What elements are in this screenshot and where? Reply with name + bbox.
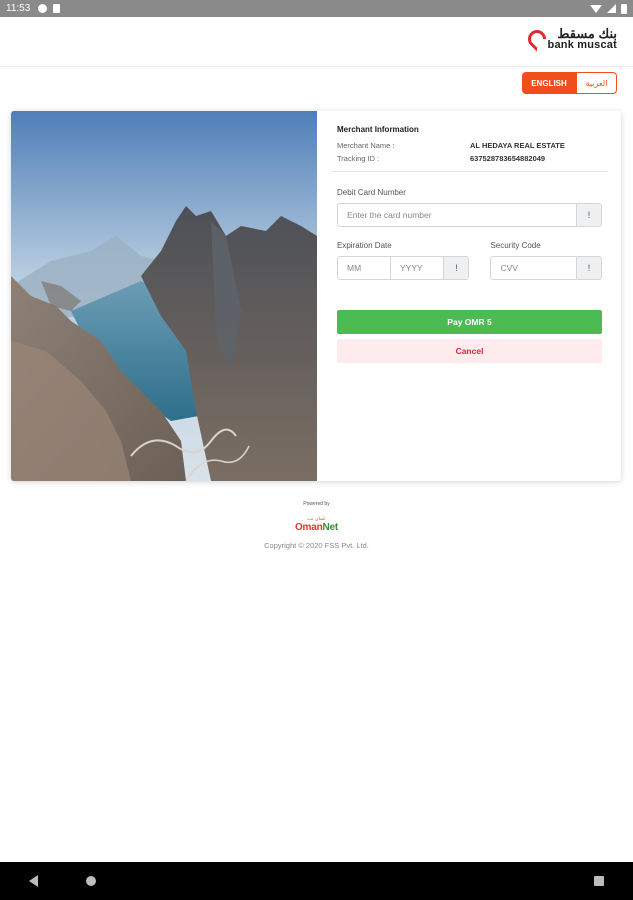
cvv-info-icon[interactable]: ! — [576, 257, 601, 279]
omannet-english: OmanNet — [295, 522, 338, 533]
recent-apps-icon[interactable] — [594, 876, 604, 886]
battery-icon — [621, 3, 627, 14]
footer: Powered by عمان نت OmanNet Copyright © 2… — [0, 501, 633, 550]
powered-by-label: Powered by — [303, 501, 330, 507]
tracking-id-label: Tracking ID : — [337, 154, 380, 163]
sync-icon — [38, 4, 48, 13]
sd-card-icon — [53, 4, 61, 13]
bank-logo: بنك مسقط bank muscat — [526, 27, 617, 51]
navigation-bar — [0, 862, 633, 900]
back-icon[interactable] — [29, 875, 38, 887]
cvv-group: CVV ! — [490, 256, 602, 280]
tracking-id-value: 637528783654882049 — [470, 154, 546, 163]
omannet-prefix: Oman — [294, 522, 323, 533]
language-switcher: ENGLISH العربية — [522, 72, 617, 94]
omannet-logo: عمان نت OmanNet — [295, 516, 338, 533]
tracking-id-row: Tracking ID : 637528783654882049 — [337, 154, 602, 163]
status-time: 11:53 — [6, 3, 31, 14]
payment-card: Merchant Information Merchant Name : AL … — [11, 111, 621, 481]
copyright-text: Copyright © 2020 FSS Pvt. Ltd. — [264, 541, 369, 550]
expiry-year-input[interactable]: YYYY — [391, 257, 443, 279]
arabic-language-button[interactable]: العربية — [576, 72, 617, 94]
expiry-group: MM YYYY ! — [337, 256, 470, 280]
payment-form: Merchant Information Merchant Name : AL … — [317, 111, 621, 481]
merchant-info-title: Merchant Information — [337, 125, 419, 134]
card-number-input[interactable]: Enter the card number — [338, 204, 576, 226]
header: بنك مسقط bank muscat — [0, 17, 633, 67]
notification-icons — [38, 4, 61, 13]
landscape-photo — [11, 111, 317, 481]
pay-button[interactable]: Pay OMR 5 — [337, 310, 602, 334]
card-number-group: Enter the card number ! — [337, 203, 602, 227]
omannet-suffix: Net — [322, 522, 339, 533]
merchant-name-value: AL HEDAYA REAL ESTATE — [470, 141, 565, 150]
merchant-name-row: Merchant Name : AL HEDAYA REAL ESTATE — [337, 141, 602, 150]
divider — [331, 171, 608, 172]
bank-name-english: bank muscat — [547, 39, 617, 51]
expiry-label: Expiration Date — [337, 241, 392, 250]
expiry-info-icon[interactable]: ! — [443, 257, 469, 279]
card-number-label: Debit Card Number — [337, 188, 406, 197]
status-bar: 11:53 — [0, 0, 633, 17]
cancel-button[interactable]: Cancel — [337, 339, 602, 363]
merchant-name-label: Merchant Name : — [337, 141, 395, 150]
home-icon[interactable] — [86, 876, 96, 886]
card-number-info-icon[interactable]: ! — [576, 204, 601, 226]
cvv-label: Security Code — [490, 241, 541, 250]
english-language-button[interactable]: ENGLISH — [522, 72, 576, 94]
wifi-icon — [590, 4, 602, 13]
cvv-input[interactable]: CVV — [491, 257, 576, 279]
bank-logo-icon — [526, 28, 544, 50]
expiry-month-input[interactable]: MM — [338, 257, 391, 279]
signal-icon — [607, 4, 616, 13]
